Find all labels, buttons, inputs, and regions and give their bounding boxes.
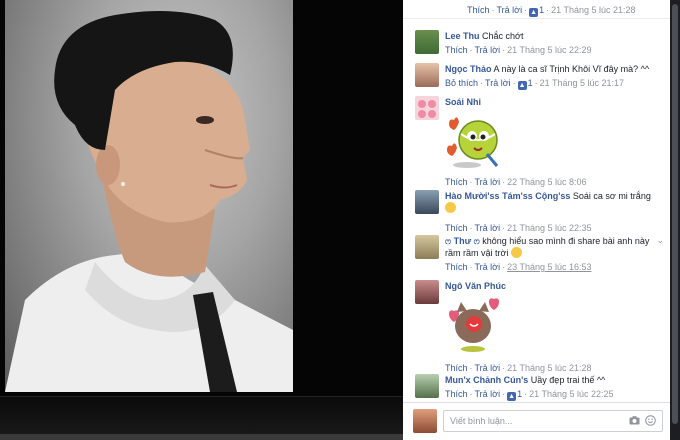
like-thumb-icon: ▲ xyxy=(517,81,527,90)
comment-text: Soái ca sơ mi trắng xyxy=(572,191,651,201)
like-link[interactable]: Thích xyxy=(445,177,468,187)
comment-author[interactable]: Soái Nhi xyxy=(445,97,481,107)
like-link[interactable]: Thích xyxy=(445,262,468,272)
reply-link[interactable]: Trả lời xyxy=(475,45,501,55)
like-link[interactable]: Thích xyxy=(445,223,468,233)
reply-link[interactable]: Trả lời xyxy=(497,5,523,15)
emoji-icon[interactable] xyxy=(645,415,656,426)
unlike-link[interactable]: Bỏ thích xyxy=(445,78,478,88)
avatar[interactable] xyxy=(415,96,439,120)
avatar[interactable] xyxy=(415,190,439,214)
like-count[interactable]: 1 xyxy=(517,389,522,399)
like-link[interactable]: Thích xyxy=(445,389,468,399)
my-avatar xyxy=(413,409,437,433)
comment-input[interactable]: Viết bình luận... xyxy=(443,410,663,432)
comment-author[interactable]: Hào Mười'ss Tám'ss Cộng'ss xyxy=(445,191,570,201)
scrollbar-thumb[interactable] xyxy=(672,4,678,424)
like-link[interactable]: Thích xyxy=(445,45,468,55)
scream-emoji-icon xyxy=(510,247,522,258)
like-thumb-icon: ▲ xyxy=(507,392,517,401)
comment-time[interactable]: 21 Tháng 5 lúc 21:28 xyxy=(551,5,635,15)
avatar[interactable] xyxy=(415,30,439,54)
like-count[interactable]: 1 xyxy=(528,78,533,88)
comment-text: A này là ca sĩ Trịnh Khôi Vĩ đây mà? ^^ xyxy=(493,64,650,74)
like-thumb-icon: ▲ xyxy=(529,8,539,17)
avatar[interactable] xyxy=(415,280,439,304)
chevron-down-icon[interactable]: ⌄ xyxy=(656,235,664,246)
comment-time[interactable]: 21 Tháng 5 lúc 22:35 xyxy=(507,223,591,233)
camera-icon[interactable] xyxy=(629,416,640,425)
comment-time[interactable]: 21 Tháng 5 lúc 22:29 xyxy=(507,45,591,55)
avatar[interactable] xyxy=(415,63,439,87)
photo-bottom-strip xyxy=(0,434,403,440)
profile-photo[interactable] xyxy=(5,0,293,392)
reply-link[interactable]: Trả lời xyxy=(475,363,501,373)
heart-cat-sticker xyxy=(445,294,505,352)
comment-time[interactable]: 21 Tháng 5 lúc 21:28 xyxy=(507,363,591,373)
comment-text: Chắc chớt xyxy=(482,31,524,41)
scrollbar[interactable] xyxy=(670,0,680,440)
comment-author[interactable]: ෆ Thư ෆ xyxy=(445,236,480,246)
photo-stage xyxy=(0,0,403,396)
comment-input-placeholder: Viết bình luận... xyxy=(450,416,513,426)
comment-author[interactable]: Lee Thu xyxy=(445,31,480,41)
like-link[interactable]: Thích xyxy=(467,5,490,15)
comment-text: Uầy đẹp trai thế ^^ xyxy=(530,375,606,385)
reply-link[interactable]: Trả lời xyxy=(485,78,511,88)
reply-link[interactable]: Trả lời xyxy=(475,262,501,272)
like-link[interactable]: Thích xyxy=(445,363,468,373)
comment-author[interactable]: Mun'x Chảnh Cún's xyxy=(445,375,528,385)
comment-author[interactable]: Ngọc Thảo xyxy=(445,64,492,74)
reply-link[interactable]: Trả lời xyxy=(475,177,501,187)
photo-viewer xyxy=(0,0,403,440)
comment-time[interactable]: 21 Tháng 5 lúc 21:17 xyxy=(540,78,624,88)
smile-emoji-icon xyxy=(445,202,456,213)
tennis-ball-sticker xyxy=(445,110,505,168)
comment-time[interactable]: 21 Tháng 5 lúc 22:25 xyxy=(529,389,613,399)
comment-time[interactable]: 22 Tháng 5 lúc 8:06 xyxy=(507,177,586,187)
avatar[interactable] xyxy=(415,374,439,398)
divider xyxy=(403,18,670,19)
comment-author[interactable]: Ngô Văn Phúc xyxy=(445,281,506,291)
comment-composer: Viết bình luận... xyxy=(403,402,670,440)
comment-panel: Thích · Trả lời · ▲ 1 · 21 Tháng 5 lúc 21:28 Le… xyxy=(403,0,670,440)
like-count[interactable]: 1 xyxy=(539,5,544,15)
reply-link[interactable]: Trả lời xyxy=(475,223,501,233)
avatar[interactable] xyxy=(415,235,439,259)
previous-comment-actions: Thích · Trả lời · ▲ 1 · 21 Tháng 5 lúc 21:28 xyxy=(467,5,636,17)
comment-time[interactable]: 23 Tháng 5 lúc 16:53 xyxy=(507,262,591,272)
reply-link[interactable]: Trả lời xyxy=(475,389,501,399)
